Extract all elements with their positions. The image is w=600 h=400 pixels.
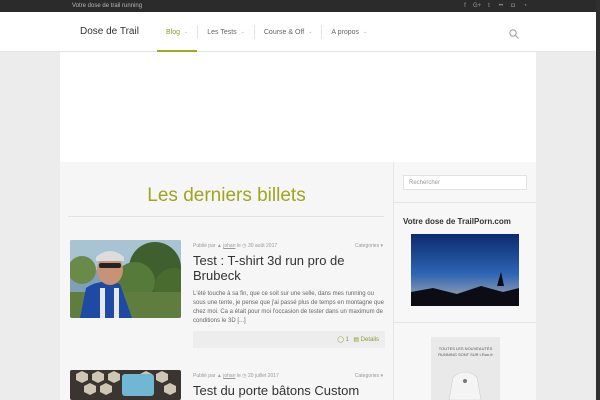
post-footer: ◯ 1 ▤ Details bbox=[193, 331, 385, 348]
post-card: Publié par ▲ johan le ◷ 20 juillet 2017 … bbox=[70, 370, 385, 400]
details-link[interactable]: ▤ Details bbox=[353, 336, 379, 343]
chevron-down-icon: ▾ bbox=[380, 373, 383, 379]
post-categories-toggle[interactable]: Categories ▾ bbox=[355, 373, 383, 379]
post-excerpt: L'été touche à sa fin, que ce soit sur u… bbox=[193, 291, 384, 324]
site-tagline: Votre dose de trail running bbox=[72, 3, 143, 9]
flickr-icon[interactable]: •• bbox=[497, 1, 505, 11]
post-author-link[interactable]: johan bbox=[223, 373, 235, 379]
social-links: f G+ t •• ◘ ◔ bbox=[461, 1, 529, 11]
site-logo[interactable]: Dose de Trail bbox=[80, 26, 139, 37]
details-label: Details bbox=[360, 337, 379, 343]
post-title[interactable]: Test du porte bâtons Custom bbox=[193, 383, 385, 398]
meta-mid: le bbox=[236, 373, 241, 379]
user-icon: ▲ bbox=[216, 243, 222, 249]
nav-item-les-tests[interactable]: Les Tests ⌄ bbox=[198, 12, 254, 52]
main-content: Les derniers billets Publié par ▲ johan … bbox=[60, 162, 393, 400]
main-nav: Blog ⌄ Les Tests ⌄ Course & Off ⌄ A prop… bbox=[157, 12, 376, 52]
post-card: Publié par ▲ johan le ◷ 30 août 2017 Cat… bbox=[70, 240, 385, 352]
meta-mid: le bbox=[236, 243, 241, 249]
sidebar-divider bbox=[394, 322, 537, 323]
post-thumbnail[interactable] bbox=[70, 240, 181, 318]
nav-item-blog[interactable]: Blog ⌄ bbox=[157, 12, 198, 52]
google-plus-icon[interactable]: G+ bbox=[473, 1, 481, 11]
sidebar-search-input[interactable]: Rechercher bbox=[403, 175, 527, 190]
advertisement-image[interactable]: TOUTES LES NOUVEAUTÉS RUNNING SONT SUR i… bbox=[431, 337, 500, 400]
section-title: Les derniers billets bbox=[147, 185, 306, 206]
trailporn-image[interactable] bbox=[411, 234, 519, 306]
post-thumbnail[interactable] bbox=[70, 370, 181, 400]
search-icon[interactable] bbox=[508, 27, 520, 39]
window-scrollbar[interactable] bbox=[596, 0, 600, 400]
site-header: Dose de Trail Blog ⌄ Les Tests ⌄ Course … bbox=[0, 12, 596, 52]
chevron-down-icon: ▾ bbox=[380, 243, 383, 249]
post-date: 20 juillet 2017 bbox=[247, 373, 279, 379]
post-categories-toggle[interactable]: Categories ▾ bbox=[355, 243, 383, 249]
rss-icon[interactable]: ◔ bbox=[521, 1, 529, 11]
section-divider bbox=[68, 216, 384, 217]
banner-area bbox=[60, 52, 536, 162]
meta-prefix: Publié par bbox=[193, 243, 216, 249]
comment-icon: ◯ bbox=[337, 337, 344, 343]
nav-item-label: Les Tests bbox=[207, 28, 237, 36]
top-bar: Votre dose de trail running f G+ t •• ◘ … bbox=[0, 0, 600, 12]
nav-item-a-propos[interactable]: A propos ⌄ bbox=[322, 12, 376, 52]
chevron-down-icon: ⌄ bbox=[184, 29, 189, 35]
comments-count: 1 bbox=[345, 337, 349, 343]
instagram-icon[interactable]: ◘ bbox=[509, 1, 517, 11]
sidebar: Rechercher Votre dose de TrailPorn.com T… bbox=[393, 162, 537, 400]
comments-link[interactable]: ◯ 1 bbox=[337, 336, 349, 343]
clock-icon: ◷ bbox=[242, 243, 247, 249]
post-meta: Publié par ▲ johan le ◷ 20 juillet 2017 … bbox=[193, 373, 385, 379]
post-date: 30 août 2017 bbox=[247, 243, 278, 249]
widget-title: Votre dose de TrailPorn.com bbox=[403, 217, 511, 226]
post-meta: Publié par ▲ johan le ◷ 30 août 2017 Cat… bbox=[193, 243, 385, 249]
document-icon: ▤ bbox=[353, 337, 359, 343]
facebook-icon[interactable]: f bbox=[461, 1, 469, 11]
meta-prefix: Publié par bbox=[193, 373, 216, 379]
post-author-link[interactable]: johan bbox=[223, 243, 235, 249]
chevron-down-icon: ⌄ bbox=[308, 29, 313, 35]
nav-item-course-off[interactable]: Course & Off ⌄ bbox=[255, 12, 322, 52]
sidebar-divider bbox=[394, 202, 537, 203]
post-title[interactable]: Test : T-shirt 3d run pro de Brubeck bbox=[193, 253, 385, 283]
chevron-down-icon: ⌄ bbox=[363, 29, 368, 35]
chevron-down-icon: ⌄ bbox=[240, 29, 245, 35]
user-icon: ▲ bbox=[216, 373, 222, 379]
nav-item-label: Blog bbox=[166, 28, 181, 36]
category-label: Categories bbox=[354, 373, 380, 379]
clock-icon: ◷ bbox=[242, 373, 247, 379]
twitter-icon[interactable]: t bbox=[485, 1, 493, 11]
category-label: Categories bbox=[354, 243, 380, 249]
nav-item-label: A propos bbox=[331, 28, 360, 36]
nav-item-label: Course & Off bbox=[263, 28, 305, 36]
